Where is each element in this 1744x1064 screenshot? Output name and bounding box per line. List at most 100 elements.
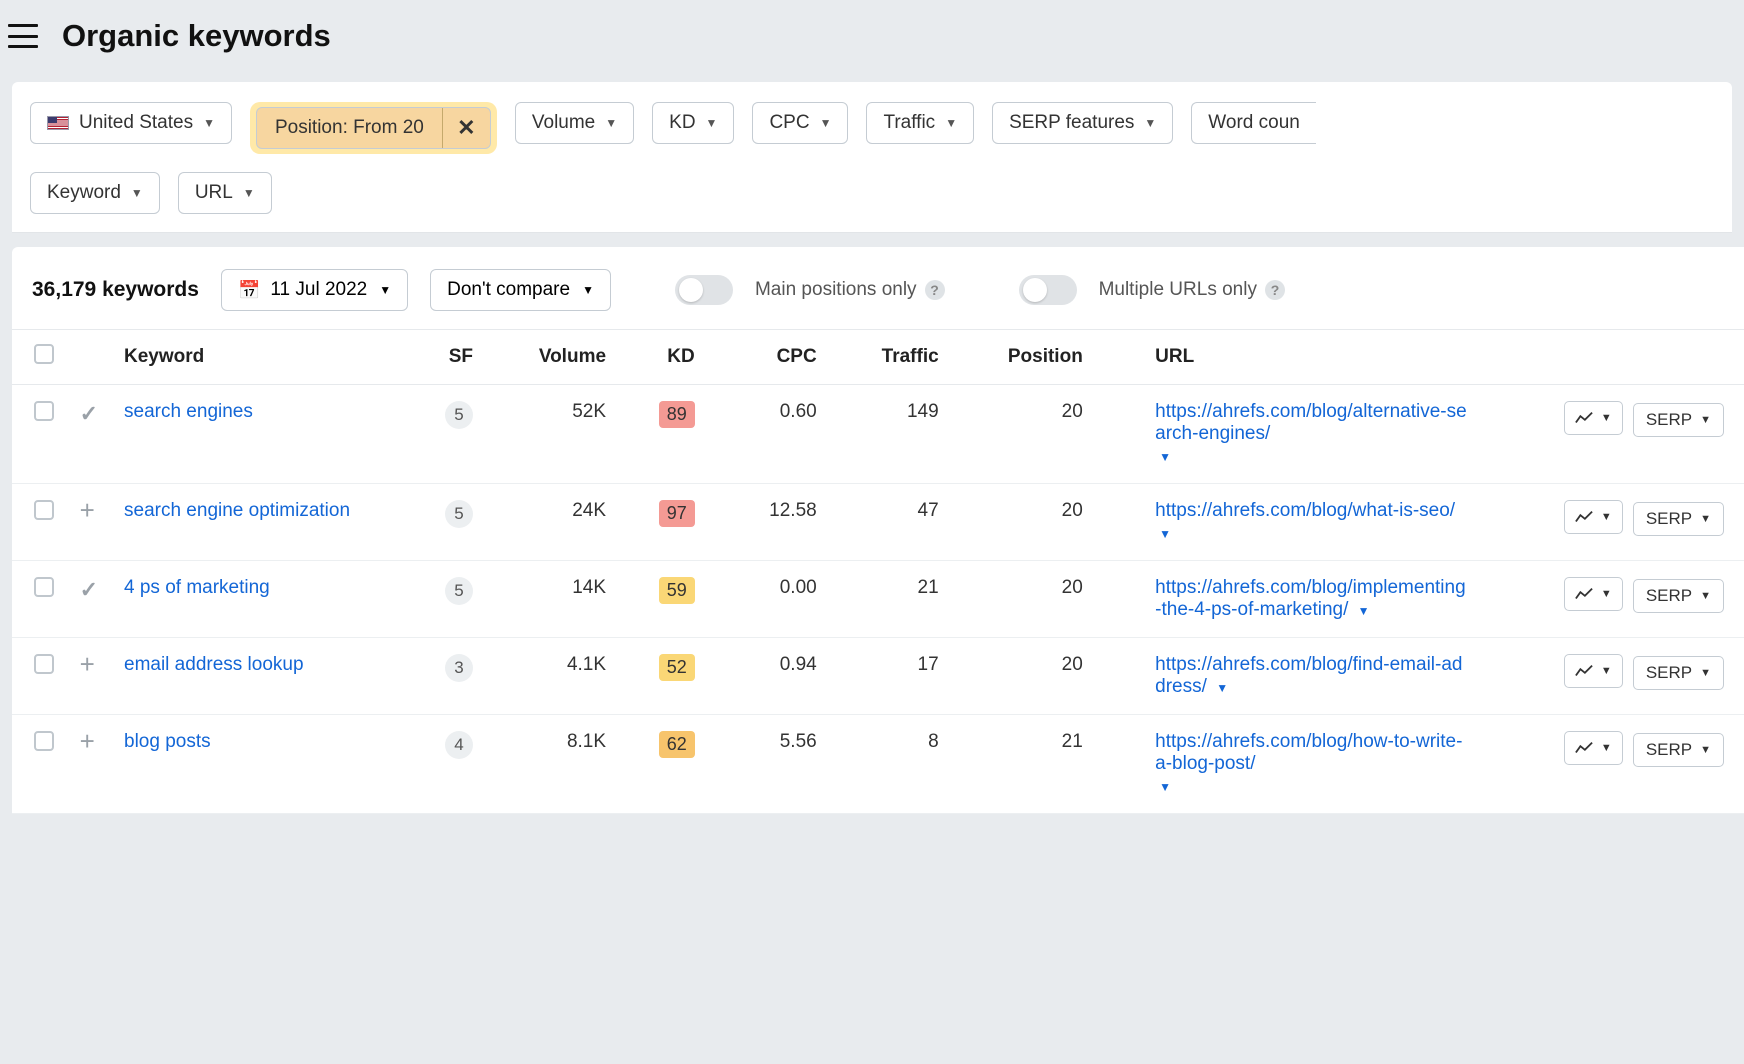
chevron-down-icon[interactable]: ▼	[1159, 450, 1171, 464]
col-position[interactable]: Position	[957, 330, 1101, 385]
checkmark-icon: ✓	[80, 401, 98, 426]
serp-button[interactable]: SERP▼	[1633, 656, 1724, 690]
col-url[interactable]: URL	[1145, 330, 1478, 385]
volume-value: 52K	[491, 385, 624, 484]
chevron-down-icon: ▼	[1601, 742, 1612, 754]
serp-features-filter[interactable]: SERP features ▼	[992, 102, 1173, 144]
serp-button[interactable]: SERP▼	[1633, 502, 1724, 536]
row-checkbox[interactable]	[34, 401, 54, 421]
chevron-down-icon: ▼	[1601, 511, 1612, 523]
col-cpc[interactable]: CPC	[713, 330, 835, 385]
row-checkbox[interactable]	[34, 654, 54, 674]
chevron-down-icon[interactable]: ▼	[1216, 681, 1228, 695]
page-title: Organic keywords	[62, 18, 331, 54]
select-all-checkbox[interactable]	[34, 344, 54, 364]
keyword-link[interactable]: search engines	[124, 401, 253, 422]
chevron-down-icon: ▼	[1601, 588, 1612, 600]
traffic-value: 8	[835, 715, 957, 814]
menu-icon[interactable]	[8, 24, 38, 48]
table-row: ✓search engines552K890.6014920https://ah…	[12, 385, 1744, 484]
serp-features-label: SERP features	[1009, 112, 1134, 134]
sf-badge[interactable]: 3	[445, 654, 473, 682]
volume-value: 4.1K	[491, 638, 624, 715]
country-label: United States	[79, 112, 193, 134]
chevron-down-icon: ▼	[203, 116, 215, 130]
plus-icon[interactable]: +	[80, 726, 95, 756]
plus-icon[interactable]: +	[80, 495, 95, 525]
result-url[interactable]: https://ahrefs.com/blog/how-to-write-a-b…	[1155, 731, 1462, 774]
table-panel: 36,179 keywords 📅 11 Jul 2022 ▼ Don't co…	[12, 247, 1744, 814]
cpc-value: 12.58	[713, 484, 835, 561]
trend-button[interactable]: ▼	[1564, 500, 1623, 534]
trend-button[interactable]: ▼	[1564, 577, 1623, 611]
plus-icon[interactable]: +	[80, 649, 95, 679]
sf-badge[interactable]: 5	[445, 577, 473, 605]
chevron-down-icon: ▼	[945, 116, 957, 130]
row-checkbox[interactable]	[34, 731, 54, 751]
volume-filter[interactable]: Volume ▼	[515, 102, 634, 144]
traffic-filter[interactable]: Traffic ▼	[866, 102, 974, 144]
chevron-down-icon: ▼	[1700, 744, 1711, 756]
keyword-filter[interactable]: Keyword ▼	[30, 172, 160, 214]
serp-button[interactable]: SERP▼	[1633, 403, 1724, 437]
col-traffic[interactable]: Traffic	[835, 330, 957, 385]
row-checkbox[interactable]	[34, 577, 54, 597]
keywords-table: Keyword SF Volume KD CPC Traffic Positio…	[12, 329, 1744, 814]
position-value: 20	[957, 385, 1101, 484]
chevron-down-icon[interactable]: ▼	[1159, 527, 1171, 541]
keyword-link[interactable]: 4 ps of marketing	[124, 577, 270, 598]
main-positions-toggle[interactable]	[675, 275, 733, 305]
keyword-link[interactable]: blog posts	[124, 731, 211, 752]
kd-filter[interactable]: KD ▼	[652, 102, 734, 144]
sf-badge[interactable]: 5	[445, 500, 473, 528]
url-filter[interactable]: URL ▼	[178, 172, 272, 214]
result-url[interactable]: https://ahrefs.com/blog/what-is-seo/	[1155, 500, 1455, 521]
keyword-link[interactable]: email address lookup	[124, 654, 304, 675]
trend-button[interactable]: ▼	[1564, 731, 1623, 765]
col-volume[interactable]: Volume	[491, 330, 624, 385]
chevron-down-icon: ▼	[605, 116, 617, 130]
volume-value: 8.1K	[491, 715, 624, 814]
sf-badge[interactable]: 4	[445, 731, 473, 759]
help-icon[interactable]: ?	[925, 280, 945, 300]
keyword-link[interactable]: search engine optimization	[124, 500, 350, 521]
filters-panel: United States ▼ Position: From 20 ✕ Volu…	[12, 82, 1732, 233]
traffic-value: 21	[835, 561, 957, 638]
country-filter[interactable]: United States ▼	[30, 102, 232, 144]
date-selector[interactable]: 📅 11 Jul 2022 ▼	[221, 269, 408, 311]
multiple-urls-toggle[interactable]	[1019, 275, 1077, 305]
col-kd[interactable]: KD	[624, 330, 713, 385]
result-url[interactable]: https://ahrefs.com/blog/implementing-the…	[1155, 577, 1466, 620]
kd-label: KD	[669, 112, 695, 134]
word-count-label: Word coun	[1208, 112, 1300, 134]
position-filter-label: Position: From 20	[257, 117, 442, 139]
chevron-down-icon[interactable]: ▼	[1159, 780, 1171, 794]
col-keyword[interactable]: Keyword	[114, 330, 413, 385]
help-icon[interactable]: ?	[1265, 280, 1285, 300]
result-url[interactable]: https://ahrefs.com/blog/find-email-addre…	[1155, 654, 1462, 697]
serp-button[interactable]: SERP▼	[1633, 733, 1724, 767]
table-row: +email address lookup34.1K520.941720http…	[12, 638, 1744, 715]
result-url[interactable]: https://ahrefs.com/blog/alternative-sear…	[1155, 401, 1467, 444]
kd-badge: 59	[659, 577, 695, 604]
position-filter-highlight: Position: From 20 ✕	[250, 102, 497, 154]
cpc-value: 5.56	[713, 715, 835, 814]
position-filter[interactable]: Position: From 20 ✕	[256, 107, 491, 149]
url-filter-label: URL	[195, 182, 233, 204]
position-value: 20	[957, 638, 1101, 715]
kd-badge: 62	[659, 731, 695, 758]
compare-selector[interactable]: Don't compare ▼	[430, 269, 611, 311]
col-sf[interactable]: SF	[413, 330, 491, 385]
sf-badge[interactable]: 5	[445, 401, 473, 429]
trend-button[interactable]: ▼	[1564, 654, 1623, 688]
word-count-filter[interactable]: Word coun	[1191, 102, 1316, 144]
chevron-down-icon[interactable]: ▼	[1358, 604, 1370, 618]
checkmark-icon: ✓	[80, 577, 98, 602]
trend-button[interactable]: ▼	[1564, 401, 1623, 435]
serp-button[interactable]: SERP▼	[1633, 579, 1724, 613]
close-icon[interactable]: ✕	[442, 108, 490, 148]
chevron-down-icon: ▼	[706, 116, 718, 130]
traffic-label: Traffic	[883, 112, 935, 134]
cpc-filter[interactable]: CPC ▼	[752, 102, 848, 144]
row-checkbox[interactable]	[34, 500, 54, 520]
